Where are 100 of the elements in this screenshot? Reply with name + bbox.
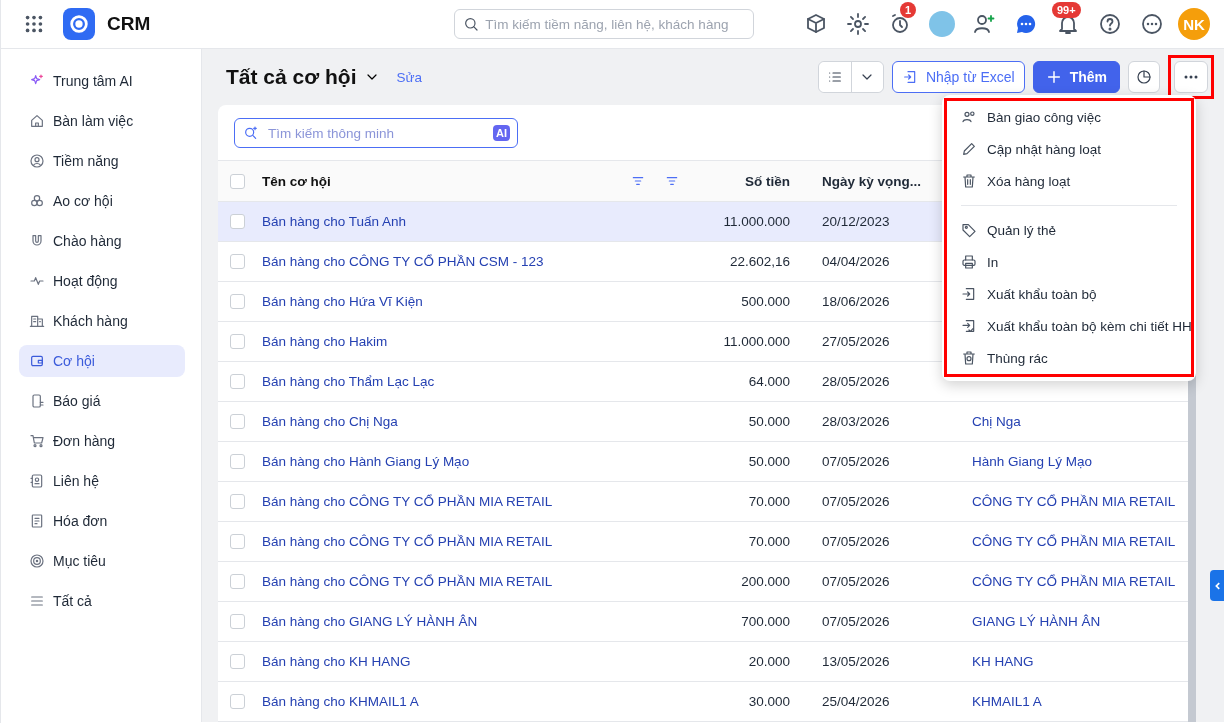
opportunity-link[interactable]: Bán hàng cho Hứa Vĩ Kiện [262, 294, 624, 309]
opportunity-link[interactable]: Bán hàng cho Hakim [262, 334, 624, 349]
opportunity-link[interactable]: Bán hàng cho Hành Giang Lý Mạo [262, 454, 624, 469]
opportunity-link[interactable]: Bán hàng cho CÔNG TY CỔ PHẦN MIA RETAIL [262, 494, 624, 509]
sidebar-item[interactable]: Ao cơ hội [19, 185, 185, 217]
help-icon[interactable] [1098, 12, 1122, 36]
sidebar-item[interactable]: Tiềm năng [19, 145, 185, 177]
amount-cell-text: 500.000 [740, 294, 790, 309]
add-button[interactable]: Thêm [1032, 61, 1120, 93]
apps-grid-icon[interactable] [23, 13, 45, 35]
sidebar-item[interactable]: Mục tiêu [19, 545, 185, 577]
sidebar-item[interactable]: Hóa đơn [19, 505, 185, 537]
opportunity-link[interactable]: Bán hàng cho KHMAIL1 A [262, 694, 624, 709]
circles-icon [29, 193, 45, 209]
menu-item[interactable]: Quản lý thẻ [947, 214, 1191, 246]
menu-item[interactable]: Cập nhật hàng loạt [947, 133, 1191, 165]
opportunity-link[interactable]: Bán hàng cho Tuấn Anh [262, 214, 624, 229]
customer-link[interactable]: CÔNG TY CỔ PHẦN MIA RETAIL [940, 534, 1188, 549]
pie-chart-icon [1136, 69, 1152, 85]
menu-item[interactable]: Bàn giao công việc [947, 101, 1191, 133]
menu-item[interactable]: Thùng rác [947, 342, 1191, 374]
customer-link[interactable]: Chị Nga [940, 414, 1188, 429]
export-icon [961, 286, 977, 302]
user-circle-icon [29, 153, 45, 169]
menu-item[interactable]: Xóa hàng loạt [947, 165, 1191, 197]
row-checkbox[interactable] [230, 414, 245, 429]
sidebar-item[interactable]: Hoạt động [19, 265, 185, 297]
customer-link[interactable]: Hành Giang Lý Mạo [940, 454, 1188, 469]
more-icon[interactable] [1140, 12, 1164, 36]
opportunity-link[interactable]: Bán hàng cho CÔNG TY CỔ PHẦN MIA RETAIL [262, 534, 624, 549]
view-dropdown-button[interactable] [850, 62, 883, 92]
sidebar-item[interactable]: Khách hàng [19, 305, 185, 337]
edit-link[interactable]: Sửa [396, 69, 423, 85]
customer-link[interactable]: CÔNG TY CỔ PHẦN MIA RETAIL [940, 494, 1188, 509]
notification-badge: 99+ [1052, 2, 1081, 18]
more-icon [1184, 75, 1198, 79]
row-checkbox[interactable] [230, 494, 245, 509]
select-all-checkbox[interactable] [230, 173, 245, 189]
contact-card-icon [29, 473, 45, 489]
menu-icon [29, 593, 45, 609]
sidebar-item[interactable]: Liên hệ [19, 465, 185, 497]
import-excel-button[interactable]: Nhập từ Excel [891, 61, 1025, 93]
row-checkbox[interactable] [230, 374, 245, 389]
list-icon [826, 69, 843, 85]
sidebar-item[interactable]: Đơn hàng [19, 425, 185, 457]
row-checkbox[interactable] [230, 334, 245, 349]
customer-link[interactable]: GIANG LÝ HÀNH ÂN [940, 614, 1188, 629]
opportunity-link[interactable]: Bán hàng cho Chị Nga [262, 414, 624, 429]
row-checkbox[interactable] [230, 614, 245, 629]
amount-cell-text: 700.000 [740, 614, 790, 629]
row-checkbox[interactable] [230, 694, 245, 709]
opportunity-link[interactable]: Bán hàng cho GIANG LÝ HÀNH ÂN [262, 614, 624, 629]
target-icon [29, 553, 45, 569]
column-header: Tên cơ hội [262, 173, 332, 189]
sidebar-item[interactable]: Bàn làm việc [19, 105, 185, 137]
wallet-icon [29, 353, 45, 369]
opportunity-link[interactable]: Bán hàng cho CÔNG TY CỔ PHẦN CSM - 123 [262, 254, 624, 269]
row-checkbox[interactable] [230, 654, 245, 669]
sidebar-item[interactable]: Cơ hội [19, 345, 185, 377]
menu-item[interactable]: In [947, 246, 1191, 278]
magnet-icon [29, 233, 45, 249]
date-cell-text: 07/05/2026 [821, 534, 891, 549]
search-icon [463, 16, 480, 32]
import-icon [901, 69, 918, 85]
date-cell-text: 20/12/2023 [821, 214, 891, 229]
opportunity-link[interactable]: Bán hàng cho Thẩm Lạc Lạc [262, 374, 624, 389]
more-button[interactable] [1174, 61, 1208, 93]
menu-item[interactable]: Xuất khẩu toàn bộ kèm chi tiết HH [947, 310, 1191, 342]
date-cell-text: 07/05/2026 [821, 454, 891, 469]
cube-icon[interactable] [804, 12, 828, 36]
customer-link[interactable]: KHMAIL1 A [940, 694, 1188, 709]
user-add-icon[interactable] [972, 12, 996, 36]
row-checkbox[interactable] [230, 454, 245, 469]
row-checkbox[interactable] [230, 294, 245, 309]
amount-cell-text: 20.000 [747, 654, 790, 669]
row-checkbox[interactable] [230, 574, 245, 589]
users-icon [961, 109, 977, 125]
sidebar-item[interactable]: Chào hàng [19, 225, 185, 257]
collapse-panel-button[interactable] [1210, 570, 1224, 601]
chat-icon[interactable] [1014, 12, 1038, 36]
bot-avatar[interactable] [929, 11, 955, 37]
opportunity-link[interactable]: Bán hàng cho CÔNG TY CỔ PHẦN MIA RETAIL [262, 574, 624, 589]
amount-cell-text: 22.602,16 [728, 254, 790, 269]
customer-link[interactable]: KH HANG [940, 654, 1188, 669]
search-field[interactable]: Tìm kiếm tiềm năng, liên hệ, khách hàng [454, 9, 755, 39]
row-checkbox[interactable] [230, 534, 245, 549]
row-checkbox[interactable] [230, 214, 245, 229]
menu-item[interactable]: Xuất khẩu toàn bộ [947, 278, 1191, 310]
sidebar-item[interactable]: Tất cả [19, 585, 185, 617]
row-checkbox[interactable] [230, 254, 245, 269]
chart-button[interactable] [1128, 61, 1160, 93]
opportunity-link[interactable]: Bán hàng cho KH HANG [262, 654, 624, 669]
home-icon [29, 113, 45, 129]
ai-badge: AI [493, 125, 510, 141]
sidebar-item[interactable]: Trung tâm AI [19, 65, 185, 97]
chevron-left-icon [1213, 580, 1223, 591]
date-cell-text: 28/03/2026 [821, 414, 891, 429]
app-name: CRM [107, 13, 151, 35]
customer-link[interactable]: CÔNG TY CỔ PHẦN MIA RETAIL [940, 574, 1188, 589]
sidebar-item[interactable]: Báo giá [19, 385, 185, 417]
